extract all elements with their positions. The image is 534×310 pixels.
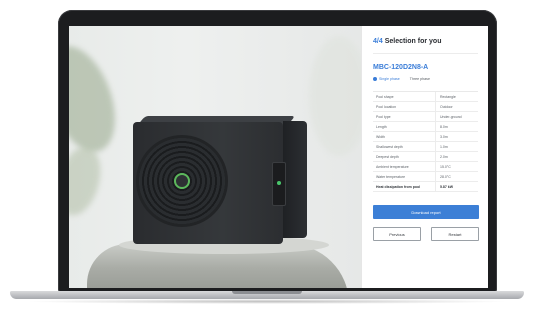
spec-key: Deepest depth: [376, 154, 399, 159]
phase-label: Three phase: [409, 77, 430, 81]
spec-row: Length 8.0m: [373, 122, 478, 132]
spec-row: Shallowest depth 1.0m: [373, 142, 478, 152]
spec-value: 5.87 kW: [435, 182, 478, 191]
spec-value: 8.0m: [435, 122, 478, 131]
spec-key: Heat dissipation from pool: [376, 184, 421, 189]
spec-row: Heat dissipation from pool 5.87 kW: [373, 182, 478, 192]
spec-key: Length: [376, 124, 387, 129]
spec-key: Ambient temperature: [376, 164, 409, 169]
step-heading: 4/4 Selection for you: [373, 38, 478, 45]
spec-row: Width 3.0m: [373, 132, 478, 142]
phase-label: Single phase: [379, 77, 400, 81]
phase-option-single[interactable]: Single phase: [373, 77, 400, 81]
spec-value: 15.0°C: [435, 162, 478, 171]
plant-blur: [69, 37, 129, 161]
spec-row: Pool location Outdoor: [373, 102, 478, 112]
spec-key: Pool location: [376, 104, 397, 109]
status-led: [277, 181, 281, 185]
spec-value: Rectangle: [435, 92, 478, 101]
spec-key: Pool shape: [376, 94, 394, 99]
window-light: [309, 36, 361, 156]
spec-row: Ambient temperature 15.0°C: [373, 162, 478, 172]
spec-key: Width: [376, 134, 385, 139]
radio-selected-icon: [373, 77, 377, 81]
spec-table: Pool shape Rectangle Pool location Outdoor P…: [373, 91, 478, 192]
step-number: 4/4: [373, 38, 383, 45]
restart-button[interactable]: Restart: [431, 227, 479, 241]
laptop-shadow: [24, 299, 510, 304]
divider: [373, 53, 478, 54]
phase-selector: Single phase Three phase: [373, 77, 478, 81]
spec-value: 2.0m: [435, 152, 478, 161]
phase-option-three[interactable]: Three phase: [410, 77, 430, 81]
spec-value: Outdoor: [435, 102, 478, 111]
heat-pump-side: [283, 121, 307, 238]
plant-blur: [69, 142, 108, 220]
spec-row: Water temperature 28.0°C: [373, 172, 478, 182]
spec-value: 3.0m: [435, 132, 478, 141]
spec-value: 1.0m: [435, 142, 478, 151]
spec-value: Under-ground: [435, 112, 478, 121]
selection-panel: 4/4 Selection for you MBC-120D2N8-A Sing…: [361, 26, 488, 288]
previous-button[interactable]: Previous: [373, 227, 421, 241]
laptop-screen: 4/4 Selection for you MBC-120D2N8-A Sing…: [69, 26, 488, 288]
product-photo: [69, 26, 361, 288]
step-title: Selection for you: [384, 38, 442, 45]
laptop-notch: [232, 291, 302, 294]
spec-value: 28.0°C: [435, 172, 478, 181]
spec-row: Pool type Under-ground: [373, 112, 478, 122]
spec-row: Deepest depth 2.0m: [373, 152, 478, 162]
fan-hub: [174, 173, 190, 189]
download-report-button[interactable]: Download report: [373, 205, 479, 219]
nav-buttons: Previous Restart: [373, 227, 479, 241]
spec-row: Pool shape Rectangle: [373, 92, 478, 102]
spec-key: Pool type: [376, 114, 391, 119]
model-name: MBC-120D2N8-A: [373, 64, 429, 71]
spec-key: Water temperature: [376, 174, 406, 179]
spec-key: Shallowest depth: [376, 144, 403, 149]
